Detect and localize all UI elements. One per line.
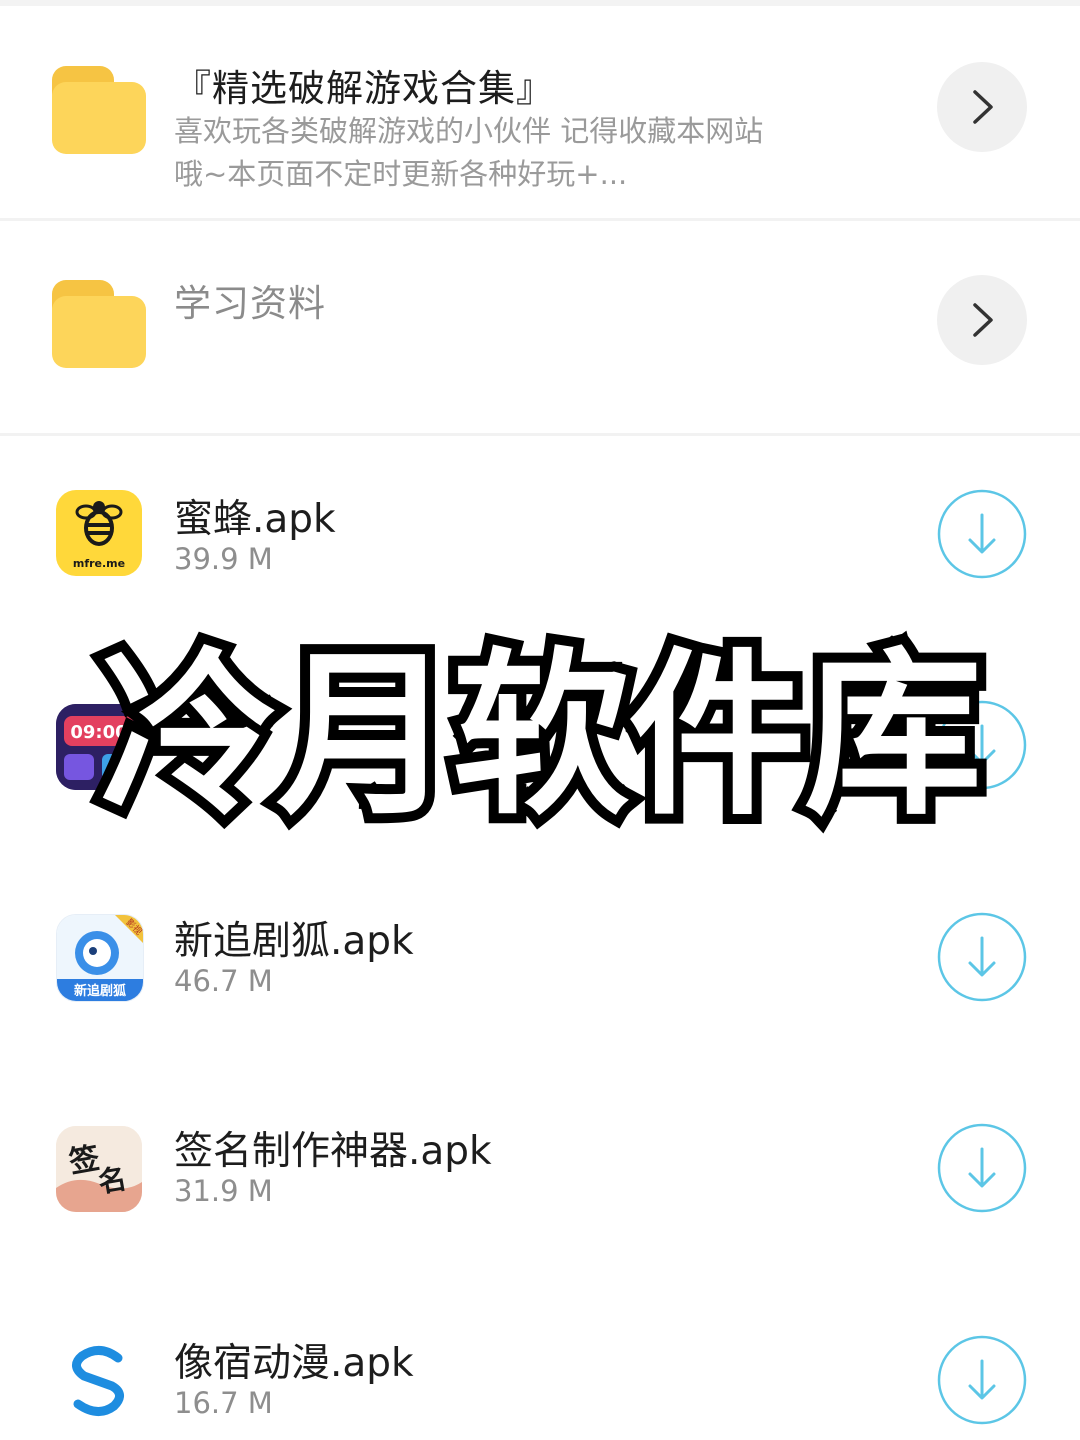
overlay-title: 冷月软件库 (90, 622, 992, 849)
open-folder-button[interactable] (937, 62, 1027, 152)
download-arrow-icon (937, 489, 1027, 579)
download-arrow-icon (937, 1335, 1027, 1425)
download-button[interactable] (937, 1123, 1027, 1213)
file-size: 46.7 M (174, 964, 273, 998)
folder-title: 学习资料 (174, 282, 326, 325)
download-arrow-icon (937, 1123, 1027, 1213)
svg-text:mfre.me: mfre.me (73, 557, 125, 570)
bee-icon: mfre.me (56, 490, 142, 576)
file-name: 签名制作神器.apk (174, 1129, 492, 1174)
file-row[interactable]: mfre.me 蜜蜂.apk 39.9 M (0, 436, 1080, 636)
file-name: 新追剧狐.apk (174, 919, 414, 964)
file-name: 蜜蜂.apk (174, 497, 336, 542)
svg-text:新追剧狐: 新追剧狐 (74, 983, 126, 999)
svg-text:名: 名 (96, 1162, 129, 1199)
download-button[interactable] (937, 489, 1027, 579)
chevron-right-icon (973, 303, 993, 337)
file-list-page: 『精选破解游戏合集』 喜欢玩各类破解游戏的小伙伴 记得收藏本网站 哦~本页面不定… (0, 0, 1080, 1440)
folder-title: 『精选破解游戏合集』 (174, 67, 554, 110)
folder-icon (52, 66, 146, 154)
anime-s-icon (56, 1338, 142, 1424)
download-button[interactable] (937, 1335, 1027, 1425)
file-size: 16.7 M (174, 1386, 273, 1420)
signature-icon: 签 名 (56, 1126, 142, 1212)
file-size: 39.9 M (174, 542, 273, 576)
open-folder-button[interactable] (937, 275, 1027, 365)
file-row[interactable]: 像宿动漫.apk 16.7 M (0, 1282, 1080, 1440)
file-name: 像宿动漫.apk (174, 1341, 414, 1386)
folder-description: 喜欢玩各类破解游戏的小伙伴 记得收藏本网站 哦~本页面不定时更新各种好玩+... (174, 114, 764, 191)
fox-drama-icon: 影视 新追剧狐 (56, 914, 144, 1002)
chevron-right-icon (973, 90, 993, 124)
folder-row-study[interactable]: 学习资料 (0, 221, 1080, 433)
file-row[interactable]: 签 名 签名制作神器.apk 31.9 M (0, 1070, 1080, 1282)
file-size: 31.9 M (174, 1174, 273, 1208)
file-row[interactable]: 影视 新追剧狐 新追剧狐.apk 46.7 M (0, 860, 1080, 1070)
download-arrow-icon (937, 912, 1027, 1002)
folder-icon (52, 280, 146, 368)
folder-row-games[interactable]: 『精选破解游戏合集』 喜欢玩各类破解游戏的小伙伴 记得收藏本网站 哦~本页面不定… (0, 0, 1080, 218)
download-button[interactable] (937, 912, 1027, 1002)
